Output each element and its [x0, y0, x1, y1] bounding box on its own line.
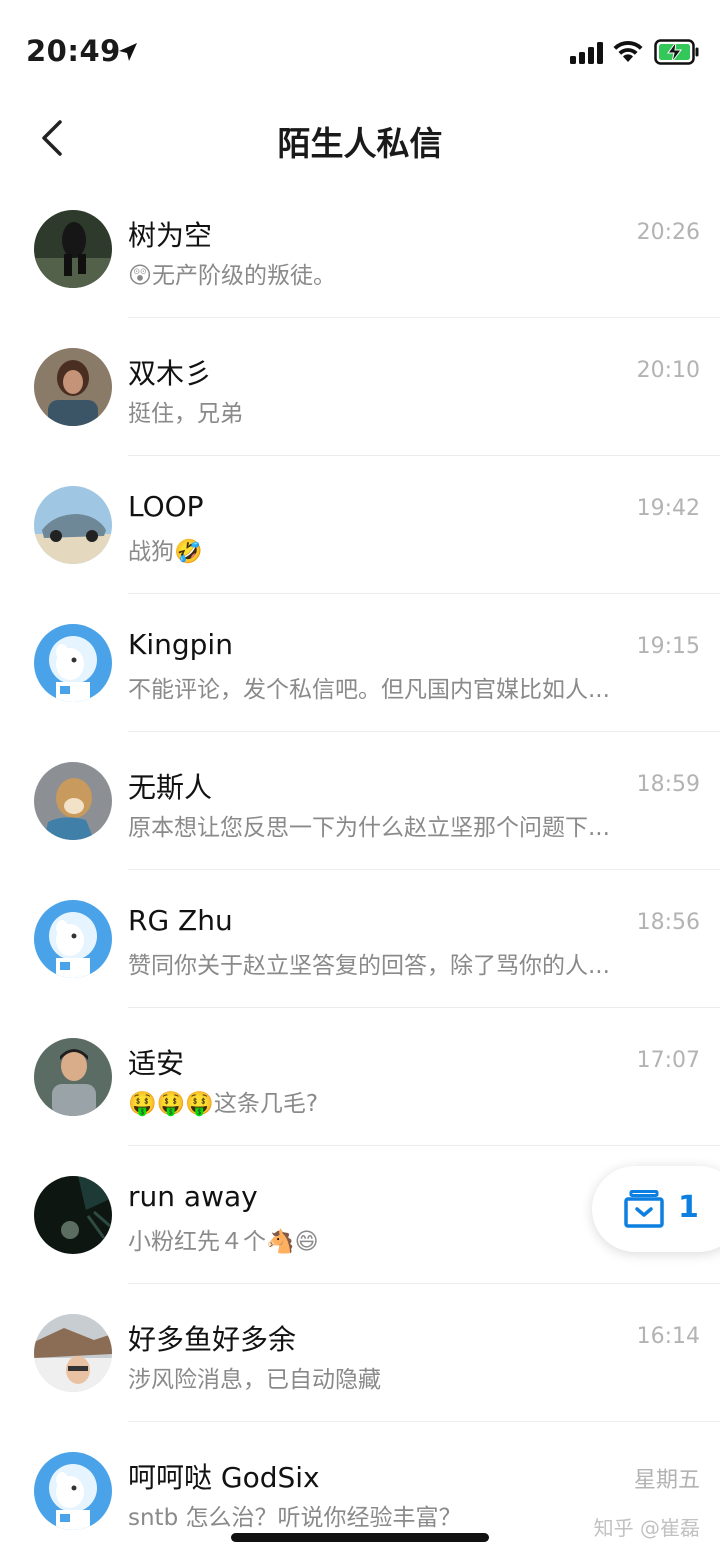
conversation-name: 树为空: [128, 219, 213, 252]
page-title: 陌生人私信: [277, 124, 443, 163]
avatar: [34, 624, 112, 702]
conversation-time: 19:42: [636, 496, 700, 521]
battery-charging-icon: [654, 39, 699, 65]
conversation-time: 17:07: [636, 1048, 700, 1073]
conversation-preview: 😲无产阶级的叛徒。: [128, 263, 336, 289]
conversation-time: 20:26: [636, 220, 700, 245]
conversation-row[interactable]: 适安 17:07 🤑🤑🤑这条几毛?: [0, 1008, 720, 1146]
conversation-name: 呵呵哒 GodSix: [128, 1461, 320, 1494]
status-time: 20:49: [26, 34, 121, 68]
avatar: [34, 762, 112, 840]
conversation-preview: 赞同你关于赵立坚答复的回答，除了骂你的人...: [128, 953, 610, 979]
home-indicator: [231, 1533, 489, 1542]
avatar: [34, 1452, 112, 1530]
avatar: [34, 1314, 112, 1392]
wifi-icon: [613, 40, 643, 62]
conversation-preview: 原本想让您反思一下为什么赵立坚那个问题下...: [128, 815, 610, 841]
avatar: [34, 1176, 112, 1254]
status-bar: 20:49: [0, 0, 720, 100]
conversation-time: 18:59: [636, 772, 700, 797]
conversation-name: RG Zhu: [128, 904, 233, 937]
conversation-row[interactable]: Kingpin 19:15 不能评论，发个私信吧。但凡国内官媒比如人...: [0, 594, 720, 732]
conversation-preview: 小粉红先４个🐴😄: [128, 1229, 319, 1255]
conversation-name: 双木彡: [128, 357, 213, 390]
inbox-archive-icon: [624, 1190, 664, 1228]
conversation-time: 19:15: [636, 634, 700, 659]
conversation-preview: 战狗🤣: [128, 539, 203, 565]
location-arrow-icon: [119, 43, 137, 61]
conversation-row[interactable]: 好多鱼好多余 16:14 涉风险消息，已自动隐藏: [0, 1284, 720, 1422]
watermark: 知乎 @崔磊: [593, 1516, 700, 1540]
inbox-count: 1: [678, 1190, 699, 1225]
conversation-preview: 涉风险消息，已自动隐藏: [128, 1367, 381, 1393]
conversation-name: 无斯人: [128, 771, 213, 804]
conversation-preview: sntb 怎么治？听说你经验丰富？: [128, 1505, 462, 1531]
conversation-preview: 🤑🤑🤑这条几毛?: [128, 1091, 319, 1117]
avatar: [34, 348, 112, 426]
nav-bar: 陌生人私信: [0, 100, 720, 180]
conversation-row[interactable]: 树为空 20:26 😲无产阶级的叛徒。: [0, 180, 720, 318]
conversation-time: 18:56: [636, 910, 700, 935]
conversation-row[interactable]: 双木彡 20:10 挺住，兄弟: [0, 318, 720, 456]
conversation-row[interactable]: RG Zhu 18:56 赞同你关于赵立坚答复的回答，除了骂你的人...: [0, 870, 720, 1008]
conversation-time: 16:14: [636, 1324, 700, 1349]
conversation-preview: 不能评论，发个私信吧。但凡国内官媒比如人...: [128, 677, 610, 703]
conversation-preview: 挺住，兄弟: [128, 401, 243, 427]
conversation-name: 好多鱼好多余: [128, 1323, 297, 1356]
conversation-time: 20:10: [636, 358, 700, 383]
conversation-name: 适安: [128, 1047, 185, 1080]
conversation-list: 树为空 20:26 😲无产阶级的叛徒。 双木彡 20:10 挺住，兄弟 LOOP…: [0, 180, 720, 1560]
avatar: [34, 210, 112, 288]
avatar: [34, 486, 112, 564]
cellular-signal-icon: [570, 42, 603, 64]
conversation-time: 星期五: [633, 1468, 700, 1493]
conversation-name: LOOP: [128, 490, 204, 523]
conversation-name: run away: [128, 1180, 258, 1213]
stranger-inbox-button[interactable]: 1: [592, 1166, 720, 1252]
avatar: [34, 900, 112, 978]
conversation-name: Kingpin: [128, 628, 233, 661]
conversation-row[interactable]: LOOP 19:42 战狗🤣: [0, 456, 720, 594]
conversation-row[interactable]: 无斯人 18:59 原本想让您反思一下为什么赵立坚那个问题下...: [0, 732, 720, 870]
avatar: [34, 1038, 112, 1116]
